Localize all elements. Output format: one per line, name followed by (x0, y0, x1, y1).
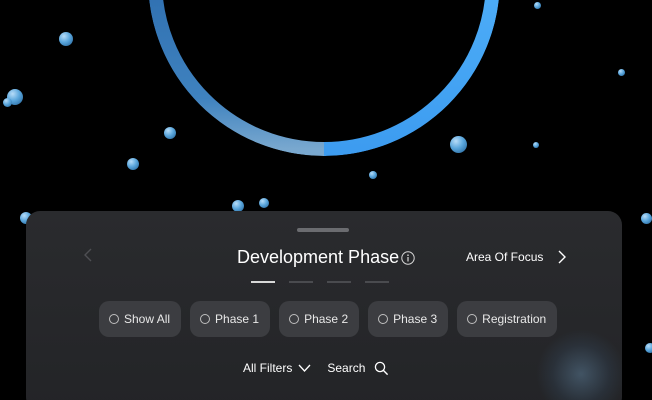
radio-icon (109, 314, 119, 324)
search-icon (375, 361, 389, 375)
development-phase-panel: Development Phase Area Of Focus Show All (26, 211, 622, 400)
chevron-right-icon (558, 250, 567, 264)
floating-orb (618, 69, 625, 76)
pill-label: Phase 2 (304, 312, 349, 326)
panel-glow (536, 329, 622, 400)
radio-icon (200, 314, 211, 324)
floating-orb (164, 127, 176, 139)
previous-button[interactable] (78, 243, 98, 267)
search-label: Search (327, 361, 366, 375)
floating-orb (259, 198, 269, 208)
radio-icon (289, 314, 300, 324)
page-dash[interactable] (289, 281, 313, 283)
radio-icon (378, 314, 389, 324)
page-dash-active[interactable] (251, 281, 275, 283)
page-dash[interactable] (365, 281, 389, 283)
page-dash[interactable] (327, 281, 351, 283)
pill-phase-3[interactable]: Phase 3 (368, 301, 449, 337)
hero-background: Development Phase Area Of Focus Show All (0, 0, 652, 400)
floating-orb (641, 213, 652, 224)
pill-label: Phase 1 (215, 312, 260, 326)
floating-orb (534, 2, 541, 9)
search-button[interactable]: Search (327, 360, 389, 376)
all-filters-button[interactable]: All Filters (243, 360, 311, 376)
drag-handle[interactable] (297, 228, 349, 232)
progress-ring (149, 0, 499, 156)
floating-orb (450, 136, 467, 153)
floating-orb (59, 32, 73, 46)
info-icon[interactable] (401, 251, 415, 265)
area-of-focus-label: Area Of Focus (466, 250, 544, 264)
area-of-focus-link[interactable]: Area Of Focus (466, 249, 567, 265)
phase-filter-group: Show All Phase 1 Phase 2 Phase 3 Registr… (99, 301, 558, 337)
filter-bar: All Filters Search (243, 360, 389, 376)
chevron-left-icon (84, 248, 92, 262)
pill-phase-2[interactable]: Phase 2 (279, 301, 360, 337)
panel-title: Development Phase (237, 247, 400, 267)
floating-orb (533, 142, 539, 148)
pill-registration[interactable]: Registration (457, 301, 558, 337)
chevron-down-icon (298, 364, 311, 372)
pagination-indicator (251, 281, 389, 283)
floating-orb (3, 98, 12, 107)
pill-label: Show All (124, 312, 171, 326)
floating-orb (369, 171, 377, 179)
floating-orb (645, 343, 652, 353)
pill-show-all[interactable]: Show All (99, 301, 182, 337)
pill-label: Phase 3 (393, 312, 438, 326)
pill-label: Registration (482, 312, 547, 326)
pill-phase-1[interactable]: Phase 1 (190, 301, 271, 337)
radio-icon (467, 314, 478, 324)
floating-orb (127, 158, 139, 170)
all-filters-label: All Filters (243, 361, 293, 375)
